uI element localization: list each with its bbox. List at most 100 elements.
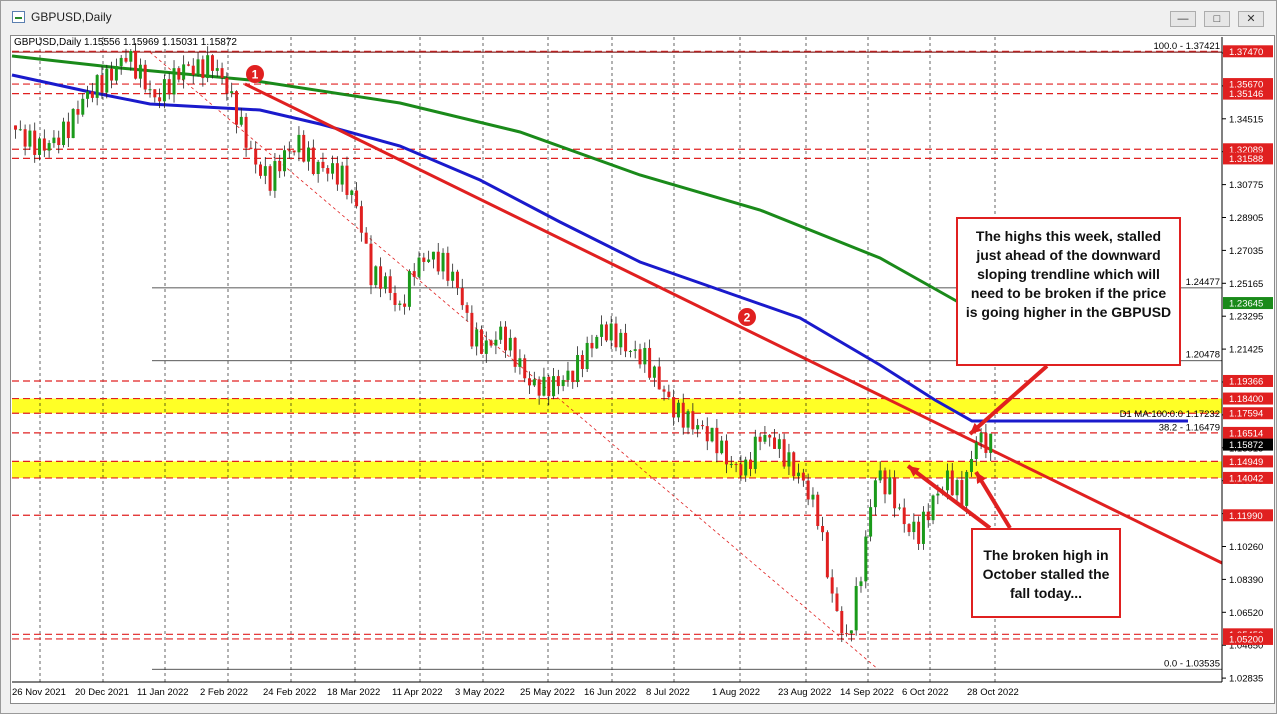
level-label: D1 MA:100:0:0 1.17232 <box>1120 409 1220 420</box>
candle-body <box>806 480 810 500</box>
candle-body <box>556 376 560 387</box>
level-label: 38.2 - 1.16479 <box>1159 423 1220 434</box>
candle-body <box>38 138 42 155</box>
candle-body <box>316 161 320 175</box>
candle-body <box>23 129 27 147</box>
candle-body <box>816 494 820 526</box>
level-label: 1.24477 <box>1186 277 1220 288</box>
candle-body <box>287 150 291 152</box>
level-label: 100.0 - 1.37421 <box>1153 41 1220 52</box>
candle-body <box>595 336 599 349</box>
candle-body <box>652 366 656 378</box>
candle-body <box>81 98 85 115</box>
price-badge-label: 1.23645 <box>1229 299 1263 310</box>
candle-body <box>825 532 829 578</box>
candle-body <box>489 340 493 346</box>
candle-body <box>845 633 849 635</box>
candle-body <box>215 68 219 71</box>
candle-body <box>917 521 921 544</box>
date-tick-label: 28 Oct 2022 <box>967 687 1019 698</box>
candle-body <box>878 470 882 481</box>
candle-body <box>138 64 142 79</box>
candle-body <box>777 439 781 449</box>
candle-body <box>76 109 80 115</box>
date-tick-label: 23 Aug 2022 <box>778 687 831 698</box>
candle-body <box>355 190 359 207</box>
candle-body <box>849 630 853 634</box>
date-tick-label: 16 Jun 2022 <box>584 687 636 698</box>
price-badge-label: 1.14949 <box>1229 457 1263 468</box>
candle-body <box>302 134 306 162</box>
candle-body <box>854 586 858 631</box>
candle-body <box>532 379 536 386</box>
candle-body <box>720 440 724 454</box>
candle-body <box>700 425 704 427</box>
candle-body <box>431 251 435 260</box>
candle-body <box>110 68 114 81</box>
candle-body <box>729 464 733 466</box>
candle-body <box>119 57 123 67</box>
candle-body <box>340 165 344 185</box>
candle-body <box>62 121 66 146</box>
candle-body <box>364 232 368 244</box>
candle-body <box>177 68 181 80</box>
candle-body <box>105 68 109 93</box>
marker-label: 1 <box>252 68 259 82</box>
candle-body <box>427 259 431 262</box>
candle-body <box>504 326 507 351</box>
candle-body <box>273 161 277 191</box>
candle-body <box>393 292 397 305</box>
candle-body <box>441 252 445 272</box>
candle-body <box>753 436 757 469</box>
candle-body <box>686 411 690 428</box>
candle-body <box>773 437 777 449</box>
candle-body <box>167 79 171 95</box>
candle-body <box>220 68 224 78</box>
candle-body <box>158 97 162 102</box>
candle-body <box>225 77 229 94</box>
candle-body <box>297 134 301 153</box>
price-badge-label: 1.16514 <box>1229 428 1263 439</box>
candle-body <box>600 324 604 337</box>
candle-body <box>311 147 315 175</box>
candle-body <box>676 402 680 418</box>
price-tick-label: 1.23295 <box>1229 312 1263 323</box>
candle-body <box>633 349 637 351</box>
candle-body <box>758 436 762 442</box>
candle-body <box>57 137 61 146</box>
candle-body <box>907 524 911 533</box>
candle-body <box>263 166 267 176</box>
date-tick-label: 20 Dec 2021 <box>75 687 129 698</box>
candle-body <box>143 64 147 90</box>
candle-body <box>979 432 983 443</box>
candle-body <box>201 59 205 79</box>
price-tick-label: 1.30775 <box>1229 180 1263 191</box>
candle-body <box>542 376 546 396</box>
candle-body <box>576 355 580 383</box>
candle-body <box>398 303 402 305</box>
candle-body <box>18 129 22 131</box>
annotation-note-top: The highs this week, stalled just ahead … <box>956 217 1181 366</box>
candle-body <box>518 358 522 367</box>
candle-body <box>412 271 416 277</box>
candle-body <box>672 397 676 418</box>
candle-body <box>643 347 647 365</box>
candle-body <box>739 464 743 476</box>
candle-body <box>436 251 440 272</box>
candle-body <box>638 349 642 365</box>
candle-body <box>897 507 901 509</box>
candle-body <box>321 161 325 169</box>
candle-body <box>379 266 383 289</box>
candle-body <box>162 79 166 102</box>
candle-body <box>331 163 335 174</box>
candle-body <box>955 480 959 496</box>
candle-body <box>307 147 311 162</box>
candle-body <box>614 323 618 348</box>
candle-body <box>71 109 75 139</box>
candle-body <box>945 470 949 491</box>
candle-body <box>648 347 652 378</box>
candle-body <box>249 147 253 149</box>
candle-body <box>681 402 685 428</box>
candle-body <box>864 536 868 582</box>
support-resistance-zone <box>12 398 1222 414</box>
